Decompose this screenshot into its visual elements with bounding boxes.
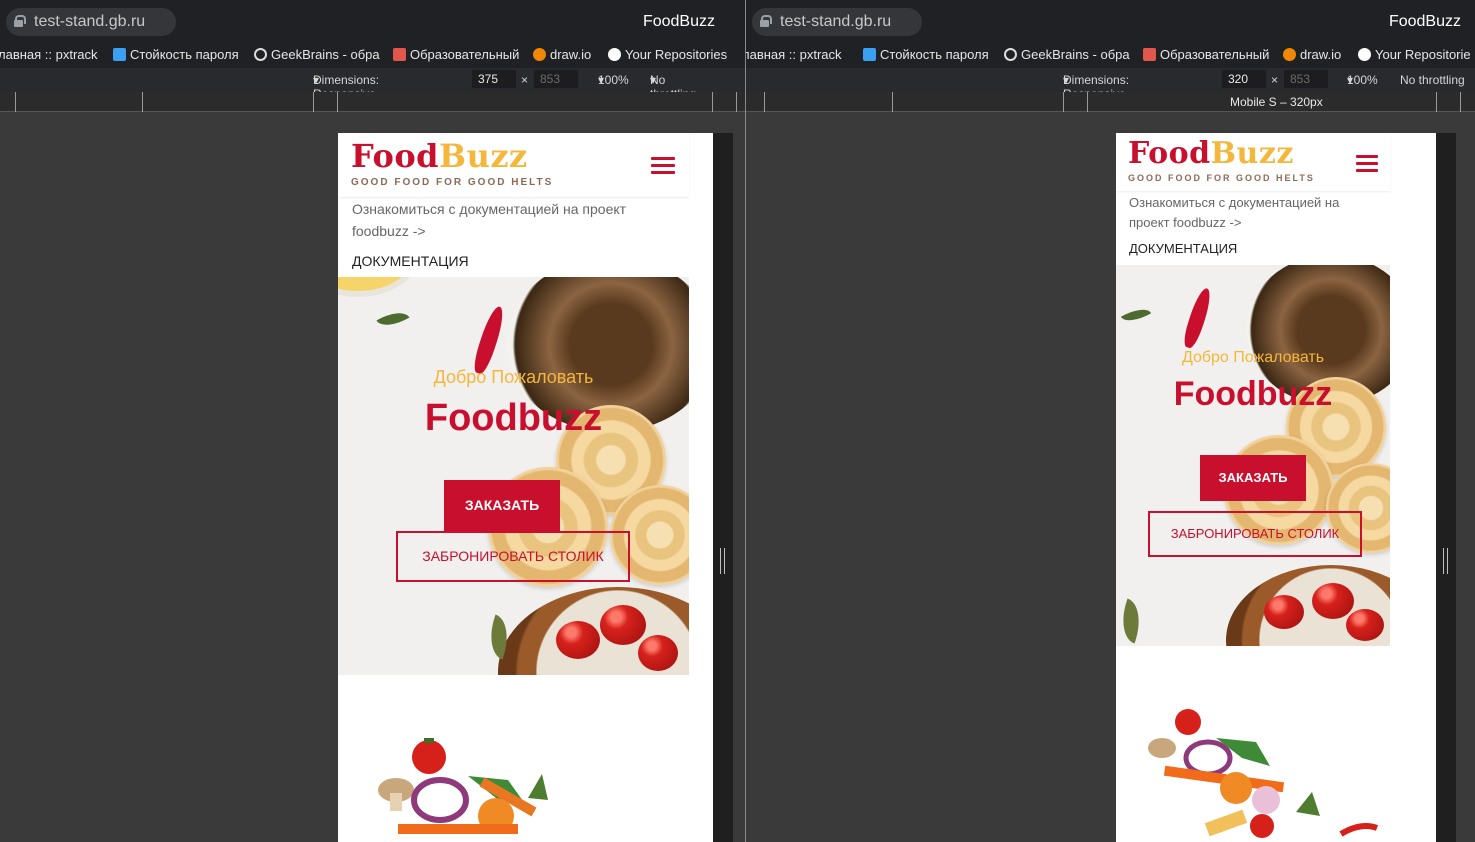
page-title: FoodBuzz xyxy=(1388,13,1461,30)
documentation-heading: ДОКУМЕНТАЦИЯ xyxy=(352,253,469,269)
edu-icon xyxy=(1143,48,1156,61)
browser-window-375: test-stand.gb.ru FoodBuzz лавная :: pxtr… xyxy=(0,0,745,842)
bookmarks-bar: лавная :: pxtrack Стойкость пароля GeekB… xyxy=(746,42,1475,68)
throttle-select[interactable]: No throttling ▾ xyxy=(650,73,696,101)
hero-title: Foodbuzz xyxy=(424,397,603,439)
logo[interactable]: FoodBuzz xyxy=(1128,136,1294,171)
tagline: GOOD FOOD FOR GOOD HELTS xyxy=(351,177,554,188)
device-toolbar: Dimensions: Responsive ▾ 320 × 853 100% … xyxy=(746,68,1475,101)
chili-image xyxy=(1180,286,1215,350)
bookmark-item[interactable]: draw.io xyxy=(533,47,591,62)
hero-title: Foodbuzz xyxy=(1173,375,1333,413)
chili-image xyxy=(470,304,508,376)
times-sign: × xyxy=(521,73,529,87)
lock-icon xyxy=(760,15,772,27)
times-sign: × xyxy=(1271,73,1279,87)
bookmark-item[interactable]: Стойкость пароля xyxy=(863,47,989,62)
book-table-button[interactable]: ЗАБРОНИРОВАТЬ СТОЛИК xyxy=(1148,511,1362,557)
ip-icon xyxy=(863,48,876,61)
vegetables-image xyxy=(1148,709,1379,838)
hero-banner: Добро Пожаловать Foodbuzz ЗАКАЗАТЬ ЗАБРО… xyxy=(1116,265,1390,646)
github-icon xyxy=(1358,48,1371,61)
bookmark-item[interactable]: Образовательный xyxy=(1143,47,1269,62)
menu-icon[interactable] xyxy=(651,157,675,175)
media-query-bar[interactable] xyxy=(0,92,745,112)
herb-image xyxy=(376,305,410,333)
ip-icon xyxy=(113,48,126,61)
drawio-icon xyxy=(1283,48,1296,61)
book-table-button[interactable]: ЗАБРОНИРОВАТЬ СТОЛИК xyxy=(396,531,630,582)
openai-icon xyxy=(254,48,267,61)
drawio-icon xyxy=(533,48,546,61)
hero-banner: Добро Пожаловать Foodbuzz ЗАКАЗАТЬ ЗАБРО… xyxy=(338,277,689,675)
bookmark-item[interactable]: Образовательный xyxy=(393,47,519,62)
media-query-label: Mobile S – 320px xyxy=(1230,95,1323,109)
bookmark-item[interactable]: GeekBrains - обра xyxy=(254,47,380,62)
bookmark-item[interactable]: Your Repositorie xyxy=(1358,47,1471,62)
tagline: GOOD FOOD FOR GOOD HELTS xyxy=(1128,173,1315,183)
page-title: FoodBuzz xyxy=(642,13,715,30)
address-bar[interactable]: test-stand.gb.ru FoodBuzz xyxy=(0,0,745,42)
resize-handle[interactable] xyxy=(1436,133,1456,842)
documentation-heading: ДОКУМЕНТАЦИЯ xyxy=(1129,241,1238,256)
device-toolbar: Dimensions: Responsive ▾ 375 × 853 100% … xyxy=(0,68,745,101)
zoom-select[interactable]: 100% ▾ xyxy=(598,73,629,87)
herb-image xyxy=(1120,302,1152,328)
bookmark-item[interactable]: Стойкость пароля xyxy=(113,47,239,62)
height-input[interactable]: 853 xyxy=(534,70,578,88)
vegetables-image xyxy=(378,738,548,834)
bookmark-item[interactable]: GeekBrains - обра xyxy=(1004,47,1130,62)
documentation-link[interactable]: Ознакомиться с документацией на проект f… xyxy=(352,199,652,242)
resize-handle[interactable] xyxy=(713,133,733,842)
menu-icon[interactable] xyxy=(1356,155,1378,172)
throttle-select[interactable]: No throttling xyxy=(1400,73,1465,87)
order-button[interactable]: ЗАКАЗАТЬ xyxy=(444,480,560,531)
order-button[interactable]: ЗАКАЗАТЬ xyxy=(1200,455,1306,501)
zoom-select[interactable]: 100% ▾ xyxy=(1347,73,1378,87)
bookmark-item[interactable]: лавная :: pxtrack xyxy=(0,47,98,62)
openai-icon xyxy=(1004,48,1017,61)
bookmark-item[interactable]: draw.io xyxy=(1283,47,1341,62)
dimensions-select[interactable]: Dimensions: Responsive ▾ xyxy=(1063,73,1129,101)
bookmark-item[interactable]: лавная :: pxtrack xyxy=(746,47,842,62)
dimensions-select[interactable]: Dimensions: Responsive ▾ xyxy=(313,73,379,101)
url-text[interactable]: test-stand.gb.ru xyxy=(780,13,891,31)
github-icon xyxy=(608,48,621,61)
edu-icon xyxy=(393,48,406,61)
width-input[interactable]: 320 xyxy=(1222,70,1266,88)
logo[interactable]: FoodBuzz xyxy=(351,137,528,175)
address-bar[interactable]: test-stand.gb.ru FoodBuzz xyxy=(746,0,1475,42)
documentation-link[interactable]: Ознакомиться с документацией на проект f… xyxy=(1129,193,1359,233)
site-header: FoodBuzz GOOD FOOD FOR GOOD HELTS xyxy=(1116,133,1390,191)
width-input[interactable]: 375 xyxy=(472,70,516,88)
mobile-viewport: FoodBuzz GOOD FOOD FOR GOOD HELTS Ознако… xyxy=(338,133,713,842)
url-text[interactable]: test-stand.gb.ru xyxy=(34,13,145,31)
media-query-bar[interactable]: Mobile S – 320px xyxy=(746,92,1475,112)
welcome-text: Добро Пожаловать xyxy=(1181,349,1325,366)
lock-icon xyxy=(14,15,26,27)
browser-window-320: test-stand.gb.ru FoodBuzz лавная :: pxtr… xyxy=(746,0,1475,842)
welcome-text: Добро Пожаловать xyxy=(433,367,594,387)
oil-bowl-image xyxy=(338,277,418,297)
height-input[interactable]: 853 xyxy=(1284,70,1328,88)
bookmark-item[interactable]: Your Repositories xyxy=(608,47,727,62)
bookmarks-bar: лавная :: pxtrack Стойкость пароля GeekB… xyxy=(0,42,745,68)
mobile-viewport: FoodBuzz GOOD FOOD FOR GOOD HELTS Ознако… xyxy=(1116,133,1436,842)
site-header: FoodBuzz GOOD FOOD FOR GOOD HELTS xyxy=(338,133,689,197)
